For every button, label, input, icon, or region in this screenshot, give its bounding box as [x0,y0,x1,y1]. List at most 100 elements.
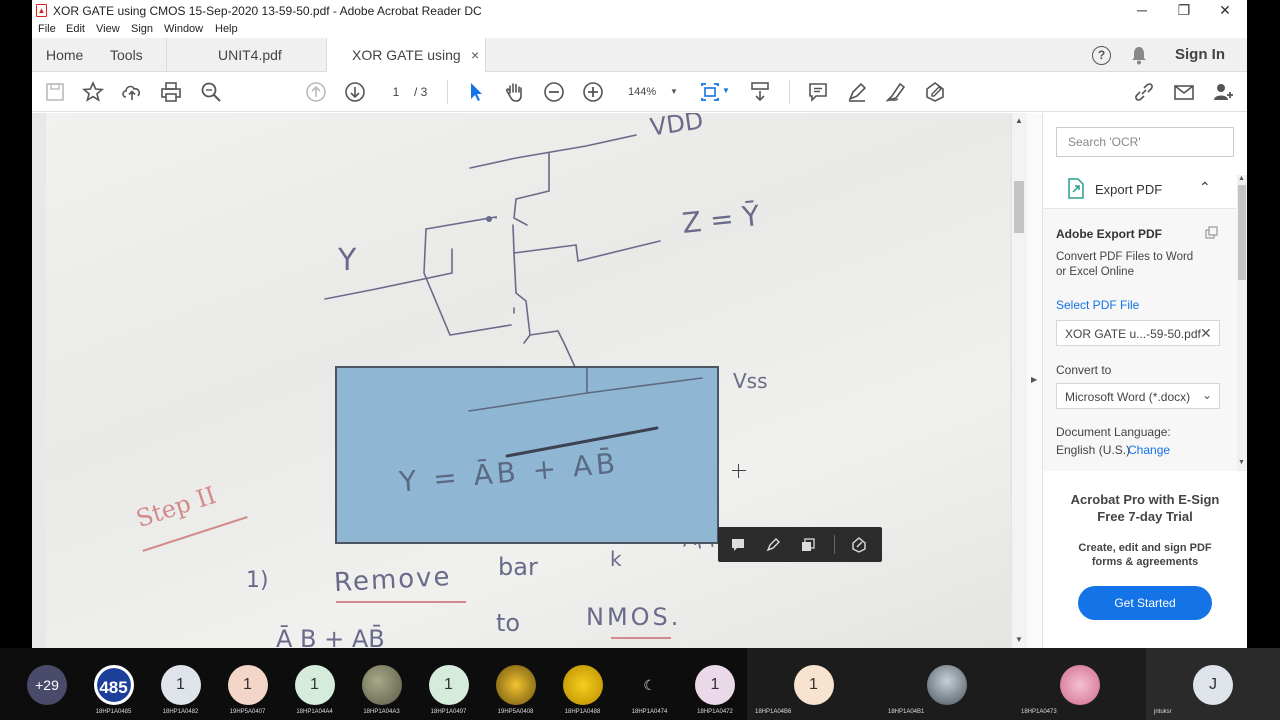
chevron-up-icon[interactable]: ⌃ [1199,179,1211,196]
share-link-icon[interactable] [1132,80,1156,104]
more-participants-tile[interactable]: +29 [0,648,80,720]
participants-strip: +29 485 18HP1A0485 1 18HP1A0482 1 19HP5A… [0,648,1280,720]
participant-tile[interactable]: 18HP1A04A3 [348,648,415,720]
select-cursor-icon[interactable] [464,80,488,104]
menu-window[interactable]: Window [164,23,203,35]
zoom-out-icon[interactable] [542,80,566,104]
tab-unit4[interactable]: UNIT4.pdf [218,38,282,72]
participant-badge: 485 [93,665,134,705]
fit-dropdown-icon[interactable]: ▼ [722,86,730,95]
participant-name: 18HP1A0497 [430,709,467,715]
tab-home[interactable]: Home [46,38,83,72]
sign-in-button[interactable]: Sign In [1175,38,1225,72]
participant-tile[interactable]: J jntuksr [1146,648,1280,720]
menu-edit[interactable]: Edit [66,23,85,35]
hand-tool-icon[interactable] [503,80,527,104]
get-started-button[interactable]: Get Started [1078,586,1212,620]
participant-tile[interactable]: 18HP1A0488 [549,648,616,720]
menu-file[interactable]: File [38,23,56,35]
pencil-icon[interactable] [765,537,781,553]
document-view[interactable]: VDD Z = Ȳ Y Vss Step II 1) Remove bar k … [32,113,1011,648]
toolbar-divider [447,80,448,104]
print-icon[interactable] [159,80,183,104]
format-dropdown[interactable]: Microsoft Word (*.docx) ⌄ [1056,383,1220,409]
upload-cloud-icon[interactable] [120,80,144,104]
more-tools-icon[interactable] [850,536,868,554]
email-icon[interactable] [1172,80,1196,104]
y-input-label: Y [338,243,357,278]
participant-tile[interactable]: 18HP1A0473 [1013,648,1146,720]
add-user-icon[interactable] [1211,80,1235,104]
comment-icon[interactable] [806,80,830,104]
participant-tile[interactable]: 1 18HP1A04B6 [747,648,880,720]
acrobat-icon: ▲ [36,4,47,17]
participant-tile[interactable]: ☾ 18HP1A0474 [616,648,683,720]
save-icon[interactable] [43,80,67,104]
select-pdf-file-link[interactable]: Select PDF File [1056,298,1139,312]
participant-tile[interactable]: 18HP1A04B1 [880,648,1013,720]
selection-rectangle[interactable]: Y = ĀB + AB̄ [335,366,719,544]
fill-sign-icon[interactable] [923,80,947,104]
draw-signature-icon[interactable] [884,80,908,104]
zoom-dropdown[interactable]: 144% ▼ [618,80,680,104]
bookmark-star-icon[interactable] [81,80,105,104]
participant-tile[interactable]: 19HP5A0408 [482,648,549,720]
scroll-down-icon[interactable]: ▼ [1015,635,1023,644]
menu-help[interactable]: Help [215,23,238,35]
next-page-icon[interactable] [343,80,367,104]
clear-file-icon[interactable]: ✕ [1200,325,1212,342]
participant-tile[interactable]: 1 19HP5A0407 [214,648,281,720]
convert-description-line2: or Excel Online [1056,266,1134,278]
scroll-up-icon[interactable]: ▲ [1015,116,1023,125]
scrollbar-thumb[interactable] [1238,185,1246,280]
vss-label: Vss [733,369,768,393]
add-comment-icon[interactable] [730,537,746,553]
menu-view[interactable]: View [96,23,120,35]
participant-avatar: 1 [428,665,469,705]
zoom-in-icon[interactable] [581,80,605,104]
tab-xor-gate[interactable]: XOR GATE using C... × [326,38,486,97]
participant-avatar: J [1193,665,1233,705]
participant-photo [926,665,967,705]
highlight-pen-icon[interactable] [845,80,869,104]
export-pdf-header[interactable]: Export PDF ⌃ [1043,169,1237,209]
participant-tile[interactable]: 1 18HP1A04A4 [281,648,348,720]
copy-image-icon[interactable] [800,537,816,553]
participant-tile[interactable]: 1 18HP1A0472 [683,648,747,720]
export-pdf-icon [1068,178,1084,199]
document-scrollbar[interactable]: ▲ ▼ [1011,113,1027,648]
minimize-button[interactable]: ─ [1122,0,1162,22]
tools-pane-scrollbar[interactable]: ▲ ▼ [1237,175,1247,471]
scroll-up-icon[interactable]: ▲ [1238,175,1245,182]
participant-tile[interactable]: 1 18HP1A0482 [147,648,214,720]
participant-photo [361,665,402,705]
tab-close-icon[interactable]: × [471,38,479,72]
help-icon[interactable]: ? [1092,46,1111,65]
participant-name: jntuksr [1154,709,1172,715]
copy-icon[interactable] [1205,226,1219,240]
page-number-input[interactable]: 1 [382,80,410,104]
participant-avatar: 1 [227,665,268,705]
selected-file-field[interactable]: XOR GATE u...-59-50.pdf ✕ [1056,320,1220,346]
participant-name: 18HP1A04A4 [296,709,333,715]
convert-description-line1: Convert PDF Files to Word [1056,251,1194,263]
menu-sign[interactable]: Sign [131,23,153,35]
scroll-down-icon[interactable]: ▼ [1238,459,1245,466]
previous-page-icon[interactable] [304,80,328,104]
search-icon[interactable] [199,80,223,104]
remove-text: Remove [333,561,453,599]
participant-name: 18HP1A0472 [697,709,733,715]
search-tools-input[interactable]: Search 'OCR' [1056,127,1234,157]
maximize-button[interactable]: ❐ [1164,0,1204,22]
change-language-link[interactable]: Change [1128,443,1170,457]
notification-bell-icon[interactable] [1130,46,1148,65]
collapse-right-panel-icon[interactable]: ▶ [1031,375,1037,384]
close-window-button[interactable]: ✕ [1205,0,1245,22]
participant-tile[interactable]: 1 18HP1A0497 [415,648,482,720]
fit-page-icon[interactable] [698,80,722,104]
scroll-mode-icon[interactable] [748,80,772,104]
promo-title-line2: Free 7-day Trial [1097,509,1193,524]
scrollbar-thumb[interactable] [1014,181,1024,233]
participant-tile[interactable]: 485 18HP1A0485 [80,648,147,720]
tab-tools[interactable]: Tools [110,38,143,72]
